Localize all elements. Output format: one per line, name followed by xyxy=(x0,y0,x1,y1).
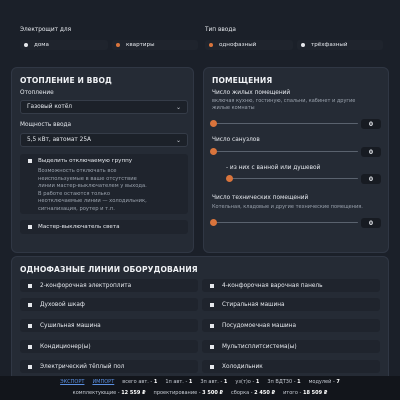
total-item: комплектующие - 12 559 ₽ xyxy=(72,390,146,396)
checkbox-square[interactable] xyxy=(28,364,32,369)
stat-item: модулей - 7 xyxy=(308,379,340,385)
power-select-value: 5,5 кВт, автомат 25А xyxy=(27,137,91,143)
tech-slider[interactable] xyxy=(210,219,358,226)
total-item: проектирование - 3 500 ₽ xyxy=(153,390,224,396)
checkbox-square[interactable] xyxy=(28,159,32,163)
equipment-item[interactable]: Мультисплитсистема(ы) xyxy=(202,340,380,353)
bath-slider[interactable] xyxy=(210,148,358,155)
slider-knob[interactable] xyxy=(210,120,217,127)
equipment-label: 2-конфорочная электроплита xyxy=(40,282,132,289)
checkbox-square[interactable] xyxy=(28,283,32,288)
tech-description: Котельная, кладовые и другие технические… xyxy=(212,204,363,210)
heating-card: ОТОПЛЕНИЕ И ВВОД Отопление Газовый котёл… xyxy=(11,67,194,253)
equipment-item[interactable]: Электрический тёплый пол xyxy=(20,360,198,373)
summary-footer: ЭКСПОРТ ИМПОРТ всего авт. - 1 1п авт. - … xyxy=(0,376,400,400)
checkbox-square[interactable] xyxy=(28,344,32,349)
equipment-label: Духовой шкаф xyxy=(40,301,85,308)
radio-shield-apartment[interactable]: квартиры xyxy=(112,40,198,50)
chevron-down-icon: ⌄ xyxy=(175,104,181,111)
rooms-title: ПОМЕЩЕНИЯ xyxy=(212,76,273,85)
slider-knob[interactable] xyxy=(210,219,217,226)
chevron-down-icon: ⌄ xyxy=(175,137,181,144)
stat-item: 1п авт. - 1 xyxy=(165,379,193,385)
checkbox-square[interactable] xyxy=(28,225,32,229)
radio-label: трёхфазный xyxy=(311,42,348,48)
master-label: Мастер-выключатель света xyxy=(38,224,120,230)
checkbox-square[interactable] xyxy=(28,323,32,328)
power-label: Мощность ввода xyxy=(20,122,72,128)
footer-stats-row: ЭКСПОРТ ИМПОРТ всего авт. - 1 1п авт. - … xyxy=(0,379,400,385)
equipment-card: ОДНОФАЗНЫЕ ЛИНИИ ОБОРУДОВАНИЯ 2-конфороч… xyxy=(11,256,389,390)
heating-label: Отопление xyxy=(20,90,54,96)
radio-shield-house[interactable]: дома xyxy=(20,40,108,50)
radio-dot xyxy=(24,43,28,47)
stat-item: 3п ВДТ30 - 1 xyxy=(267,379,301,385)
power-select[interactable]: 5,5 кВт, автомат 25А ⌄ xyxy=(20,133,188,147)
heating-title: ОТОПЛЕНИЕ И ВВОД xyxy=(20,76,112,85)
input-type-label: Тип ввода xyxy=(205,27,236,33)
radio-dot xyxy=(116,43,120,47)
equipment-item[interactable]: Сушильная машина xyxy=(20,319,198,332)
equipment-title: ОДНОФАЗНЫЕ ЛИНИИ ОБОРУДОВАНИЯ xyxy=(20,265,198,274)
equipment-item[interactable]: 4-конфорочная варочная панель xyxy=(202,279,380,292)
radio-input-single[interactable]: однофазный xyxy=(205,40,293,50)
shower-value[interactable]: 0 xyxy=(361,174,381,184)
stat-item: всего авт. - 1 xyxy=(122,379,158,385)
bath-value[interactable]: 0 xyxy=(361,147,381,157)
equipment-label: Стиральная машина xyxy=(222,301,285,308)
rooms-card: ПОМЕЩЕНИЯ Число жилых помещений включая … xyxy=(203,67,389,253)
equipment-label: Посудомоечная машина xyxy=(222,322,297,329)
heating-select-value: Газовый котёл xyxy=(27,104,73,110)
radio-dot xyxy=(209,43,213,47)
master-switch-checkbox[interactable]: Мастер-выключатель света xyxy=(20,220,188,234)
footer-totals-row: комплектующие - 12 559 ₽ проектирование … xyxy=(0,390,400,396)
equipment-label: Кондиционер(ы) xyxy=(40,343,91,350)
checkbox-square[interactable] xyxy=(28,302,32,307)
tech-label: Число технических помещений xyxy=(212,195,309,201)
checkbox-square[interactable] xyxy=(210,344,214,349)
living-value[interactable]: 0 xyxy=(361,119,381,129)
export-link[interactable]: ЭКСПОРТ xyxy=(60,379,84,385)
living-label: Число жилых помещений xyxy=(212,90,291,96)
stat-item: 3п авт. - 1 xyxy=(200,379,228,385)
shower-label: - из них с ванной или душевой xyxy=(226,165,321,171)
equipment-label: Холодильник xyxy=(222,363,263,370)
tech-value[interactable]: 0 xyxy=(361,218,381,228)
radio-dot xyxy=(301,43,305,47)
radio-label: однофазный xyxy=(219,42,257,48)
equipment-item[interactable]: Духовой шкаф xyxy=(20,298,198,311)
checkbox-square[interactable] xyxy=(210,302,214,307)
import-link[interactable]: ИМПОРТ xyxy=(92,379,114,385)
group-label: Выделить отключаемую группу xyxy=(38,158,133,164)
equipment-label: Мультисплитсистема(ы) xyxy=(222,343,297,350)
equipment-label: Сушильная машина xyxy=(40,322,101,329)
checkbox-square[interactable] xyxy=(210,364,214,369)
equipment-item[interactable]: Холодильник xyxy=(202,360,380,373)
shield-label: Электрощит для xyxy=(20,27,72,33)
equipment-label: Электрический тёплый пол xyxy=(40,363,125,370)
heating-select[interactable]: Газовый котёл ⌄ xyxy=(20,100,188,114)
radio-input-three[interactable]: трёхфазный xyxy=(297,40,383,50)
slider-knob[interactable] xyxy=(210,148,217,155)
equipment-label: 4-конфорочная варочная панель xyxy=(222,282,323,289)
living-description: включая кухню, гостиную, спальни, кабине… xyxy=(212,98,356,111)
equipment-item[interactable]: Посудомоечная машина xyxy=(202,319,380,332)
checkbox-square[interactable] xyxy=(210,323,214,328)
group-description: Возможность отключать все неиспользуемые… xyxy=(38,168,147,212)
equipment-item[interactable]: Кондиционер(ы) xyxy=(20,340,198,353)
equipment-item[interactable]: Стиральная машина xyxy=(202,298,380,311)
equipment-item[interactable]: 2-конфорочная электроплита xyxy=(20,279,198,292)
radio-label: квартиры xyxy=(126,42,155,48)
bath-label: Число санузлов xyxy=(212,137,260,143)
slider-knob[interactable] xyxy=(226,175,233,182)
shower-slider[interactable] xyxy=(226,175,358,182)
total-item: сборка - 2 450 ₽ xyxy=(231,390,276,396)
stat-item: уз(т)о - 1 xyxy=(235,379,260,385)
group-checkbox[interactable]: Выделить отключаемую группу Возможность … xyxy=(20,154,188,214)
total-item: итого - 18 509 ₽ xyxy=(283,390,328,396)
living-slider[interactable] xyxy=(210,120,358,127)
checkbox-square[interactable] xyxy=(210,283,214,288)
radio-label: дома xyxy=(34,42,49,48)
